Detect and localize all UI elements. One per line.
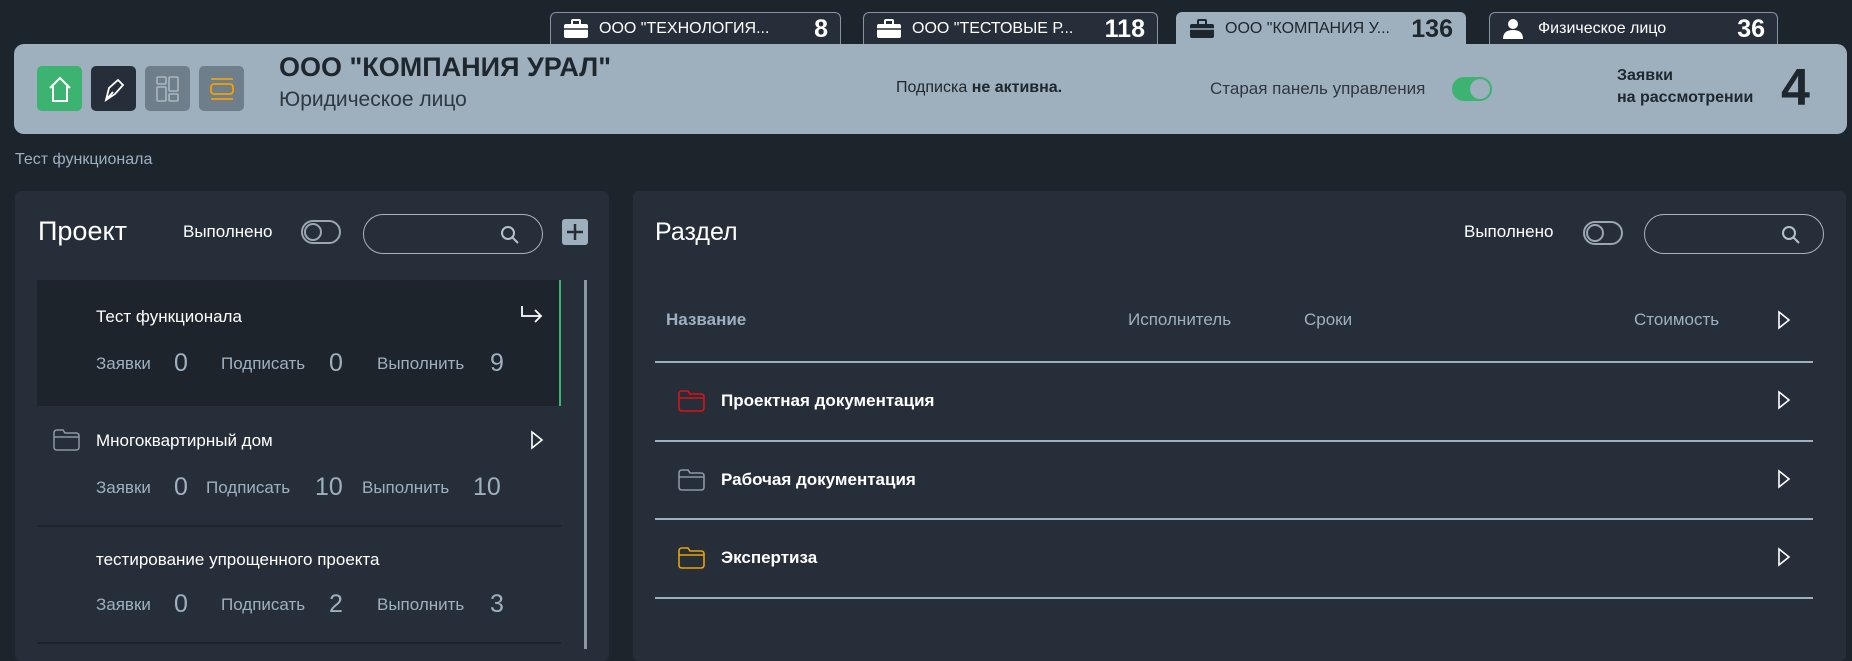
subscription-status: Подписка не активна. xyxy=(896,79,1062,97)
briefcase-icon xyxy=(876,19,902,39)
project-title: Проект xyxy=(38,216,127,246)
tab-company-3[interactable]: ООО "КОМПАНИЯ У... 136 xyxy=(1176,12,1466,45)
divider xyxy=(655,518,1813,520)
tab-count: 8 xyxy=(814,14,828,43)
home-icon xyxy=(48,76,71,102)
folder-icon xyxy=(678,390,705,412)
return-arrow-icon xyxy=(521,306,543,323)
tab-label: ООО "КОМПАНИЯ У... xyxy=(1225,20,1390,37)
tab-company-2[interactable]: ООО "ТЕСТОВЫЕ Р... 118 xyxy=(863,12,1158,45)
tab-label: ООО "ТЕХНОЛОГИЯ... xyxy=(599,20,770,37)
column-executor[interactable]: Исполнитель xyxy=(1128,310,1231,330)
search-icon xyxy=(501,226,519,244)
section-row-title: Рабочая документация xyxy=(721,470,916,489)
old-panel-label: Старая панель управления xyxy=(1210,79,1426,98)
sign-label: Подписать xyxy=(221,354,306,373)
tab-individual[interactable]: Физическое лицо 36 xyxy=(1489,12,1778,45)
grid-icon xyxy=(155,75,179,102)
folder-icon xyxy=(678,547,705,569)
sign-label: Подписать xyxy=(206,478,291,497)
panels-icon xyxy=(209,77,234,100)
divider xyxy=(655,361,1813,363)
requests-label: Заявки xyxy=(96,478,151,497)
layout-button[interactable] xyxy=(199,66,244,111)
pending-count: 4 xyxy=(1781,59,1810,117)
divider xyxy=(655,440,1813,442)
project-search-input[interactable] xyxy=(363,214,543,254)
project-scrollbar[interactable] xyxy=(584,280,587,649)
do-count: 10 xyxy=(473,473,501,501)
project-item-title: Тест функционала xyxy=(96,307,242,326)
pending-label-line1: Заявки xyxy=(1617,67,1673,84)
project-item-title: тестирование упрощенного проекта xyxy=(96,550,380,569)
do-label: Выполнить xyxy=(377,354,465,373)
sign-label: Подписать xyxy=(221,595,306,614)
requests-label: Заявки xyxy=(96,354,151,373)
play-arrow-icon[interactable] xyxy=(1777,547,1791,567)
briefcase-icon xyxy=(1189,19,1215,39)
column-cost[interactable]: Стоимость xyxy=(1634,310,1719,330)
pending-label-line2: на рассмотрении xyxy=(1617,89,1754,106)
do-label: Выполнить xyxy=(362,478,450,497)
search-icon xyxy=(1782,226,1800,244)
section-row-title: Проектная документация xyxy=(721,391,935,410)
pending-label: Заявки на рассмотрении xyxy=(1617,65,1753,109)
divider xyxy=(655,597,1813,599)
requests-count: 0 xyxy=(174,590,188,618)
section-done-label: Выполнено xyxy=(1464,222,1554,241)
sign-count: 2 xyxy=(329,590,343,618)
tab-count: 36 xyxy=(1737,14,1765,43)
old-panel-toggle[interactable] xyxy=(1452,77,1492,101)
play-arrow-icon[interactable] xyxy=(1777,469,1791,489)
sign-count: 10 xyxy=(315,473,343,501)
column-name[interactable]: Название xyxy=(666,310,746,330)
play-arrow-icon[interactable] xyxy=(1777,310,1791,330)
company-name: ООО "КОМПАНИЯ УРАЛ" xyxy=(279,52,612,82)
subscription-label: Подписка xyxy=(896,79,968,96)
home-button[interactable] xyxy=(37,66,82,111)
requests-count: 0 xyxy=(174,473,188,501)
pen-nib-icon xyxy=(104,78,124,102)
section-done-toggle[interactable] xyxy=(1583,221,1623,245)
briefcase-icon xyxy=(563,19,589,39)
requests-count: 0 xyxy=(174,349,188,377)
tab-label: ООО "ТЕСТОВЫЕ Р... xyxy=(912,20,1074,37)
tab-company-1[interactable]: ООО "ТЕХНОЛОГИЯ... 8 xyxy=(550,12,841,45)
project-done-label: Выполнено xyxy=(183,222,273,241)
section-title: Раздел xyxy=(655,218,738,246)
tab-label: Физическое лицо xyxy=(1538,20,1667,37)
project-item-title: Многоквартирный дом xyxy=(96,431,273,450)
folder-icon xyxy=(53,429,80,451)
play-arrow-icon[interactable] xyxy=(1777,390,1791,410)
project-item[interactable]: тестирование упрощенного проекта Заявки … xyxy=(37,527,561,644)
do-count: 9 xyxy=(490,349,504,377)
column-terms[interactable]: Сроки xyxy=(1304,310,1352,330)
section-panel xyxy=(633,191,1846,661)
add-project-button[interactable] xyxy=(562,219,588,245)
section-search-input[interactable] xyxy=(1644,214,1824,254)
folder-icon xyxy=(678,469,705,491)
breadcrumb[interactable]: Тест функционала xyxy=(15,151,152,169)
user-icon xyxy=(1502,19,1528,39)
plus-icon xyxy=(567,224,583,240)
tab-count: 118 xyxy=(1104,14,1145,43)
sign-button[interactable] xyxy=(91,66,136,111)
project-item-selected[interactable]: Тест функционала Заявки 0 Подписать 0 Вы… xyxy=(37,280,561,406)
section-row-title: Экспертиза xyxy=(721,548,818,567)
sign-count: 0 xyxy=(329,349,343,377)
play-arrow-icon[interactable] xyxy=(530,430,544,450)
do-count: 3 xyxy=(490,590,504,618)
project-done-toggle[interactable] xyxy=(301,220,341,244)
dashboard-button[interactable] xyxy=(145,66,190,111)
do-label: Выполнить xyxy=(377,595,465,614)
tab-count: 136 xyxy=(1411,14,1453,43)
company-type: Юридическое лицо xyxy=(279,88,467,111)
project-item[interactable]: Многоквартирный дом Заявки 0 Подписать 1… xyxy=(37,406,561,527)
company-header: ООО "КОМПАНИЯ УРАЛ" Юридическое лицо Под… xyxy=(14,44,1847,134)
subscription-value: не активна. xyxy=(971,79,1063,96)
requests-label: Заявки xyxy=(96,595,151,614)
